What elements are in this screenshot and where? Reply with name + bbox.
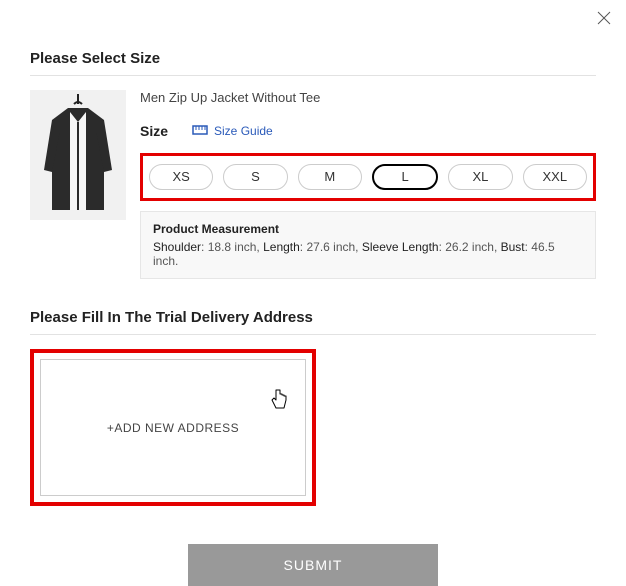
measurement-title: Product Measurement xyxy=(153,222,583,236)
close-icon[interactable] xyxy=(596,10,612,29)
section-title-address: Please Fill In The Trial Delivery Addres… xyxy=(30,309,596,326)
divider xyxy=(30,334,596,335)
add-address-button[interactable]: +ADD NEW ADDRESS xyxy=(40,359,306,496)
size-option-l[interactable]: L xyxy=(372,164,438,190)
size-options-highlight: XS SML XL XXL xyxy=(140,153,596,201)
size-guide-link[interactable]: Size Guide xyxy=(192,124,273,139)
add-address-label: +ADD NEW ADDRESS xyxy=(107,421,239,435)
size-option-xxl[interactable]: XXL xyxy=(523,164,587,190)
product-thumbnail xyxy=(30,90,126,220)
cursor-hand-icon xyxy=(269,388,289,413)
section-title-size: Please Select Size xyxy=(30,50,596,67)
size-option-s[interactable]: S xyxy=(223,164,287,190)
divider xyxy=(30,75,596,76)
submit-button[interactable]: SUBMIT xyxy=(188,544,438,586)
size-option-m[interactable]: M xyxy=(298,164,362,190)
product-title: Men Zip Up Jacket Without Tee xyxy=(140,90,596,105)
measurement-values: Shoulder: 18.8 inch, Length: 27.6 inch, … xyxy=(153,240,583,268)
size-label: Size xyxy=(140,123,168,139)
address-highlight: +ADD NEW ADDRESS xyxy=(30,349,316,506)
size-option-xs[interactable]: XS xyxy=(149,164,213,190)
ruler-icon xyxy=(192,124,208,139)
product-measurement-box: Product Measurement Shoulder: 18.8 inch,… xyxy=(140,211,596,279)
size-option-xl[interactable]: XL xyxy=(448,164,512,190)
size-guide-label: Size Guide xyxy=(214,124,273,138)
